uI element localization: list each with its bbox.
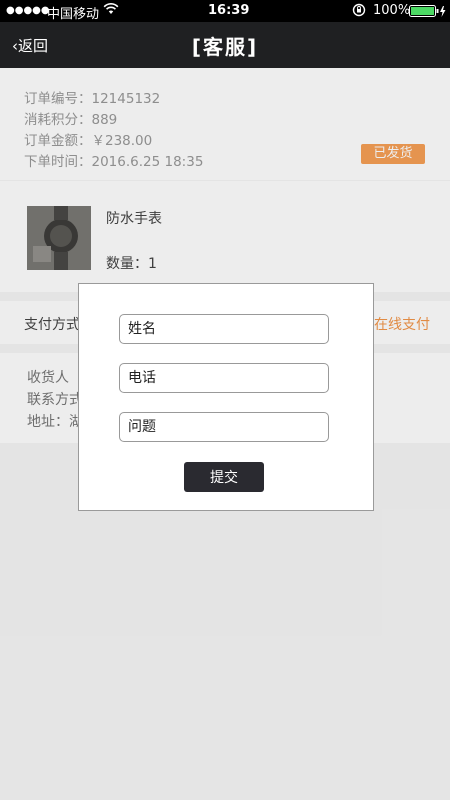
nav-bar: ‹返回 [客服] [0,22,450,68]
phone-input[interactable] [119,363,329,393]
page-title: [客服] [191,35,259,59]
customer-service-modal: 提交 [78,283,374,511]
name-input[interactable] [119,314,329,344]
status-bar: ●●●●● 中国移动 16:39 100% [0,0,450,22]
carrier-label: 中国移动 [47,7,100,22]
question-input[interactable] [119,412,329,442]
rotation-lock-icon [352,3,366,21]
battery-icon [409,5,449,22]
wifi-icon [103,2,119,20]
submit-button[interactable]: 提交 [184,462,264,492]
battery-percent: 100% [373,3,411,18]
signal-icon: ●●●●● [6,5,50,16]
clock-time: 16:39 [208,3,250,18]
